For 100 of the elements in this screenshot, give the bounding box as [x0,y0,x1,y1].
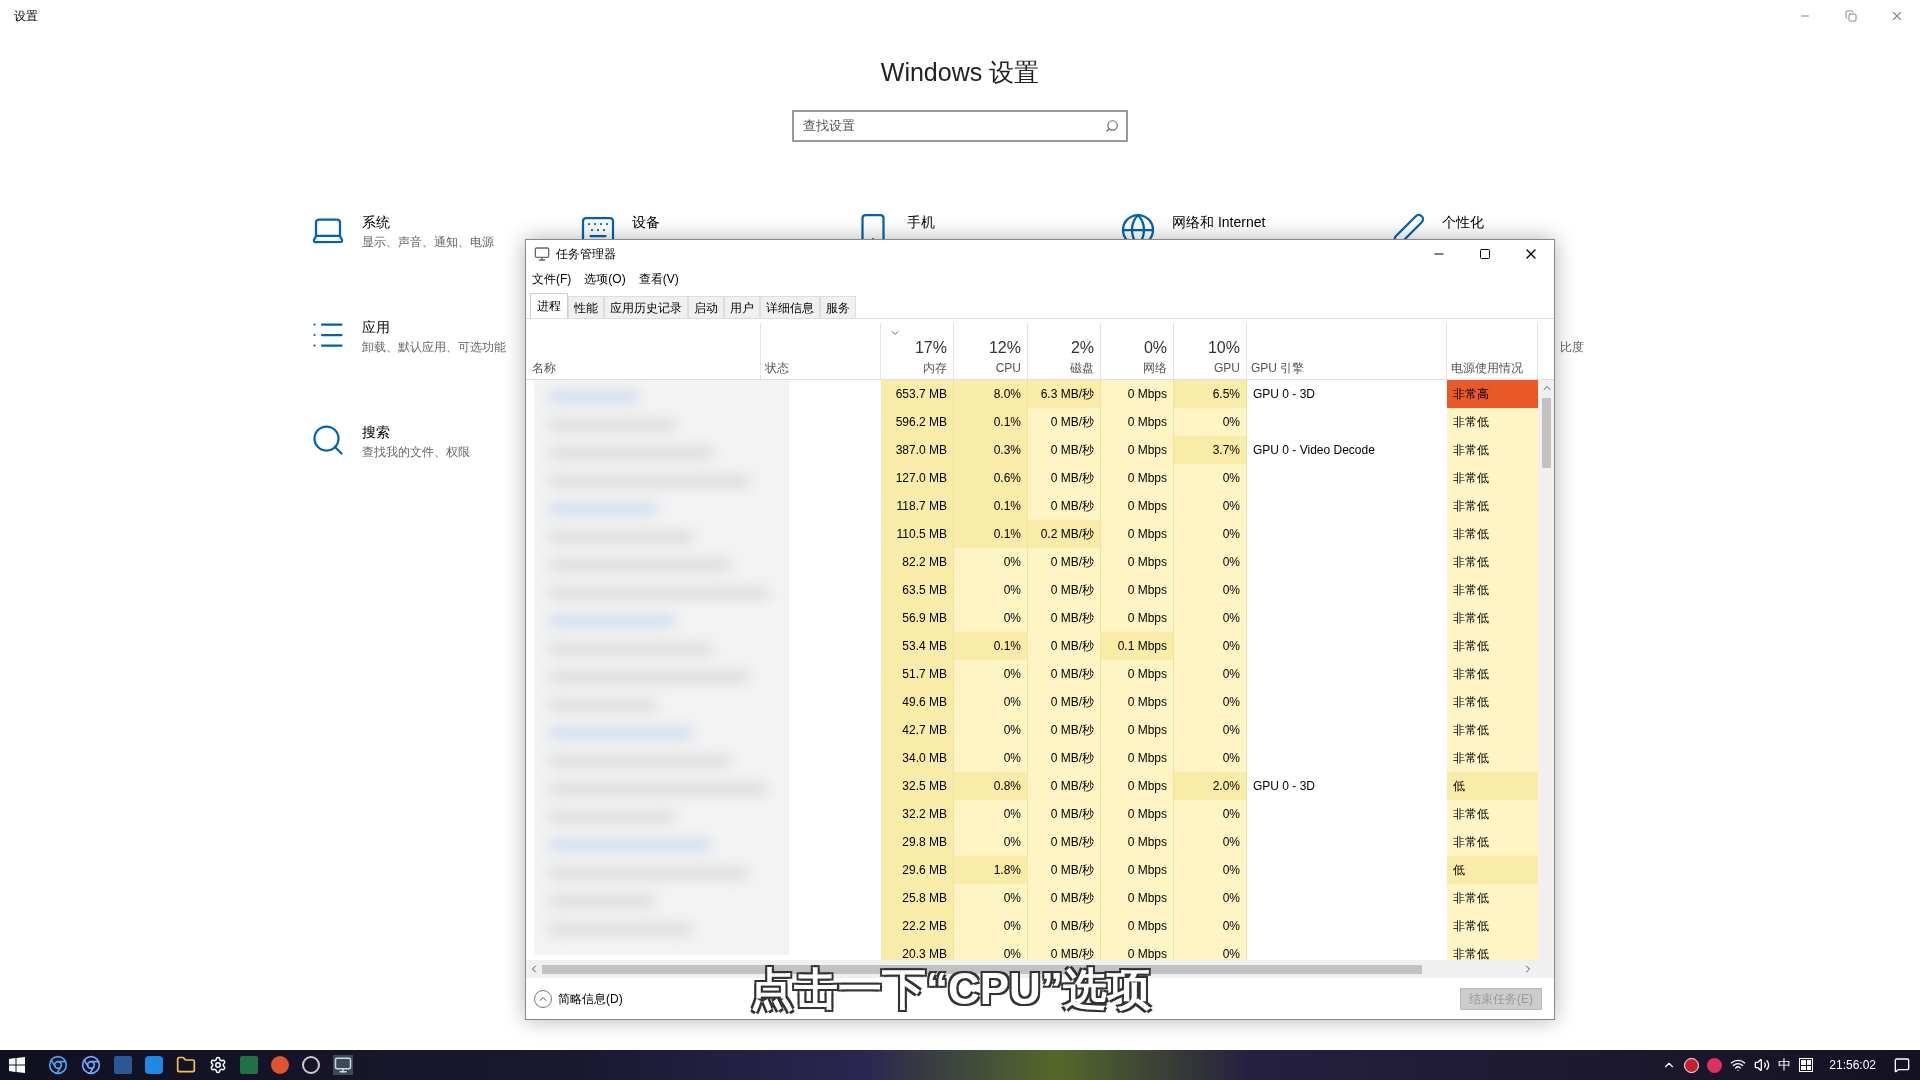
table-cell: 0 MB/秒 [1028,744,1101,772]
search-field[interactable]: 查找设置 [792,109,1128,142]
browser-icon[interactable] [81,1055,101,1075]
table-cell: 0% [954,744,1028,772]
category-title[interactable]: 个性化 [1442,211,1484,232]
vertical-scrollbar[interactable] [1538,380,1554,960]
table-cell: 0 MB/秒 [1028,548,1101,576]
restore-icon [1845,10,1857,22]
column-header[interactable]: 12% CPU [954,323,1028,379]
table-cell: 56.9 MB [881,604,954,632]
table-cell: 0 Mbps [1101,604,1174,632]
volume-icon[interactable] [1754,1057,1771,1073]
column-header[interactable]: 17% 内存 [881,323,954,379]
table-cell: 0 Mbps [1101,520,1174,548]
table-cell: 42.7 MB [881,716,954,744]
category-title[interactable]: 网络和 Internet [1172,211,1266,232]
table-cell: 非常低 [1447,604,1538,632]
table-cell: 0% [1174,464,1247,492]
table-cell: 0 Mbps [1101,828,1174,856]
table-cell: 0% [954,576,1028,604]
column-header[interactable]: 0% 网络 [1101,323,1174,379]
app-icon[interactable] [302,1056,320,1074]
table-cell: 0 Mbps [1101,772,1174,800]
column-header[interactable]: 10% GPU [1174,323,1247,379]
table-cell: 0% [954,912,1028,940]
column-header[interactable]: 2% 磁盘 [1028,323,1101,379]
table-cell: 0.1% [954,408,1028,436]
table-cell: 非常低 [1447,464,1538,492]
table-cell: 0% [954,940,1028,960]
keyboard-layout-icon[interactable] [1799,1058,1814,1072]
column-header[interactable]: 状态 [761,323,881,379]
tab[interactable]: 性能 [568,296,604,318]
table-cell: 0 MB/秒 [1028,772,1101,800]
settings-icon[interactable] [209,1056,227,1074]
table-cell: 0 Mbps [1101,660,1174,688]
table-cell: 0 Mbps [1101,548,1174,576]
table-cell: 0 MB/秒 [1028,604,1101,632]
table-cell: 0 Mbps [1101,688,1174,716]
table-cell: 0 MB/秒 [1028,464,1101,492]
tab[interactable]: 进程 [530,293,568,318]
category-title[interactable]: 系统 [362,211,494,232]
column-header[interactable]: GPU 引擎 [1247,323,1447,379]
menu-item[interactable]: 文件(F) [532,270,572,288]
app-icon[interactable] [271,1056,289,1074]
folder-icon[interactable] [176,1055,196,1075]
table-cell: 0% [1174,604,1247,632]
scrollbar-thumb[interactable] [1542,398,1551,468]
table-cell: 非常高 [1447,380,1538,408]
category-title[interactable]: 搜索 [362,421,470,442]
table-cell: 0% [954,828,1028,856]
browser-icon[interactable] [48,1055,68,1075]
table-cell: 0% [954,884,1028,912]
table-cell: 0 MB/秒 [1028,716,1101,744]
table-cell: 非常低 [1447,436,1538,464]
tab[interactable]: 服务 [820,296,856,318]
monitor-icon[interactable] [333,1055,353,1075]
tab[interactable]: 用户 [724,296,760,318]
table-cell: 6.5% [1174,380,1247,408]
menu-item[interactable]: 查看(V) [638,270,679,288]
tray-app-icon[interactable] [1684,1057,1700,1073]
note-app-icon[interactable] [145,1056,163,1074]
table-cell: 非常低 [1447,800,1538,828]
menu-item[interactable]: 选项(O) [584,270,626,288]
category-title[interactable]: 手机 [907,211,935,232]
table-cell: 0 MB/秒 [1028,660,1101,688]
table-cell-text: GPU 0 - Video Decode [1253,442,1375,459]
column-header[interactable]: 名称 [528,323,761,379]
table-cell: 63.5 MB [881,576,954,604]
page-heading: Windows 设置 [880,57,1040,88]
table-cell: 非常低 [1447,940,1538,960]
tab[interactable]: 应用历史记录 [604,296,688,318]
search-icon [1105,118,1119,133]
table-cell: 32.2 MB [881,800,954,828]
table-cell: 0.1 Mbps [1101,632,1174,660]
category-title[interactable]: 应用 [362,316,506,337]
clock[interactable]: 21:56:02 [1829,1056,1876,1074]
category-title[interactable]: 设备 [632,211,660,232]
notification-icon[interactable] [1894,1057,1910,1073]
tab[interactable]: 详细信息 [760,296,820,318]
wifi-icon[interactable] [1730,1057,1747,1073]
fewer-details-link[interactable]: 简略信息(D) [558,989,623,1008]
caption: 点击一下“CPU”选项 [750,963,1151,1016]
table-cell: 0% [954,688,1028,716]
column-header[interactable]: 电源使用情况 [1447,323,1538,379]
table-cell: 0% [1174,912,1247,940]
table-cell: 0% [954,716,1028,744]
table-cell: 0 Mbps [1101,940,1174,960]
table-cell: 0% [1174,632,1247,660]
table-cell: 非常低 [1447,660,1538,688]
table-cell: 0.6% [954,464,1028,492]
table-cell: 0.3% [954,436,1028,464]
table-cell: 82.2 MB [881,548,954,576]
tab[interactable]: 启动 [688,296,724,318]
table-cell: 非常低 [1447,828,1538,856]
table-cell: 0% [1174,688,1247,716]
table-cell: 0 MB/秒 [1028,940,1101,960]
category-subtitle: 显示、声音、通知、电源 [362,233,494,251]
ime-indicator[interactable]: 中 [1778,1055,1792,1075]
table-cell: 49.6 MB [881,688,954,716]
table-cell: 0.1% [954,632,1028,660]
